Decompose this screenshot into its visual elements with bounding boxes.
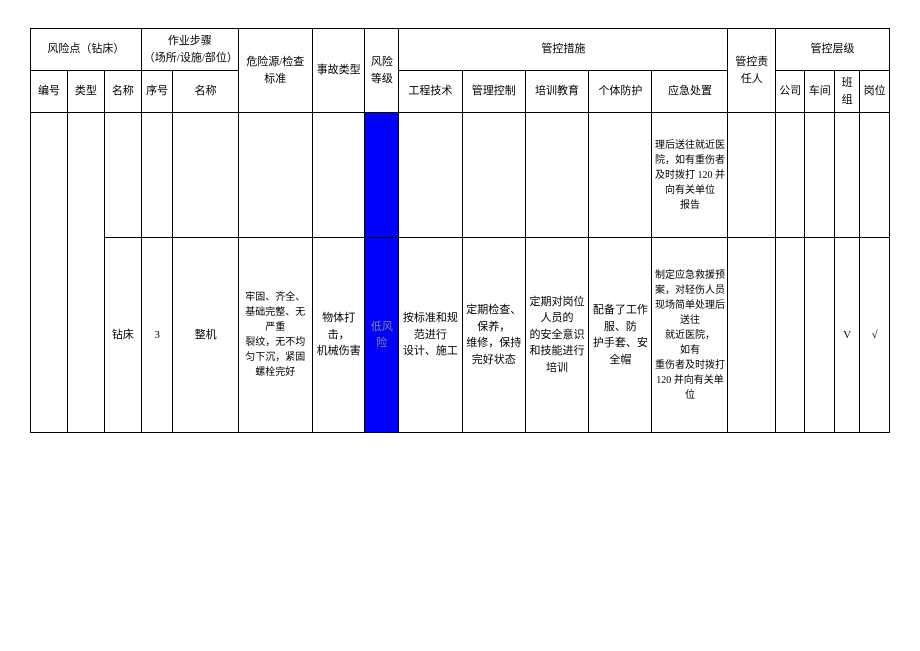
cell-seq bbox=[141, 113, 173, 238]
cell-company bbox=[775, 113, 805, 238]
cell-mgmt-ctrl bbox=[462, 113, 525, 238]
cell-risk-level bbox=[365, 113, 399, 238]
header-team: 班组 bbox=[835, 71, 860, 113]
header-number: 编号 bbox=[31, 71, 68, 113]
cell-responsible bbox=[728, 113, 775, 238]
cell-seq: 3 bbox=[141, 238, 173, 433]
table-row: 理后送往就近医院，如有重伤者及时拨打 120 并向有关单位 报告 bbox=[31, 113, 890, 238]
header-risk-level: 风险等级 bbox=[365, 29, 399, 113]
header-post: 岗位 bbox=[860, 71, 890, 113]
header-training: 培训教育 bbox=[525, 71, 588, 113]
cell-accident bbox=[312, 113, 365, 238]
cell-step-name bbox=[173, 113, 238, 238]
cell-emergency: 制定应急救援预 案，对轻伤人员现场简单处理后送往 就近医院， 如有 重伤者及时拨… bbox=[652, 238, 728, 433]
cell-eng-tech bbox=[399, 113, 462, 238]
header-risk-point: 风险点（钻床） bbox=[31, 29, 142, 71]
cell-workshop bbox=[805, 238, 835, 433]
cell-mgmt-ctrl: 定期检查、保养， 维修，保持完好状态 bbox=[462, 238, 525, 433]
cell-training: 定期对岗位人员的 的安全意识和技能进行培训 bbox=[525, 238, 588, 433]
header-work-step: 作业步骤 （场所/设施/部位） bbox=[141, 29, 238, 71]
header-seq: 序号 bbox=[141, 71, 173, 113]
cell-ppe: 配备了工作服、防 护手套、安全帽 bbox=[589, 238, 652, 433]
header-step-name: 名称 bbox=[173, 71, 238, 113]
cell-emergency: 理后送往就近医院，如有重伤者及时拨打 120 并向有关单位 报告 bbox=[652, 113, 728, 238]
header-accident: 事故类型 bbox=[312, 29, 365, 113]
cell-step-name: 整机 bbox=[173, 238, 238, 433]
cell-responsible bbox=[728, 238, 775, 433]
cell-name bbox=[104, 113, 141, 238]
cell-training bbox=[525, 113, 588, 238]
cell-team bbox=[835, 113, 860, 238]
cell-accident: 物体打击， 机械伤害 bbox=[312, 238, 365, 433]
cell-post bbox=[860, 113, 890, 238]
header-type: 类型 bbox=[67, 71, 104, 113]
cell-hazard: 牢固、齐全、基础完整、无严重 裂纹，无不均匀下沉，紧固螺栓完好 bbox=[238, 238, 312, 433]
header-control-measures: 管控措施 bbox=[399, 29, 728, 71]
cell-risk-level: 低风险 bbox=[365, 238, 399, 433]
header-responsible: 管控责任人 bbox=[728, 29, 775, 113]
cell-company bbox=[775, 238, 805, 433]
header-ppe: 个体防护 bbox=[589, 71, 652, 113]
cell-type bbox=[67, 113, 104, 433]
header-company: 公司 bbox=[775, 71, 805, 113]
cell-name: 钻床 bbox=[104, 238, 141, 433]
header-eng-tech: 工程技术 bbox=[399, 71, 462, 113]
cell-eng-tech: 按标准和规范进行 设计、施工 bbox=[399, 238, 462, 433]
table-row: 钻床 3 整机 牢固、齐全、基础完整、无严重 裂纹，无不均匀下沉，紧固螺栓完好 … bbox=[31, 238, 890, 433]
header-control-level: 管控层级 bbox=[775, 29, 889, 71]
cell-hazard bbox=[238, 113, 312, 238]
cell-workshop bbox=[805, 113, 835, 238]
header-hazard: 危险源/检查标准 bbox=[238, 29, 312, 113]
cell-post: √ bbox=[860, 238, 890, 433]
header-mgmt-ctrl: 管理控制 bbox=[462, 71, 525, 113]
cell-number bbox=[31, 113, 68, 433]
header-emergency: 应急处置 bbox=[652, 71, 728, 113]
cell-ppe bbox=[589, 113, 652, 238]
header-workshop: 车间 bbox=[805, 71, 835, 113]
cell-team: V bbox=[835, 238, 860, 433]
header-name: 名称 bbox=[104, 71, 141, 113]
